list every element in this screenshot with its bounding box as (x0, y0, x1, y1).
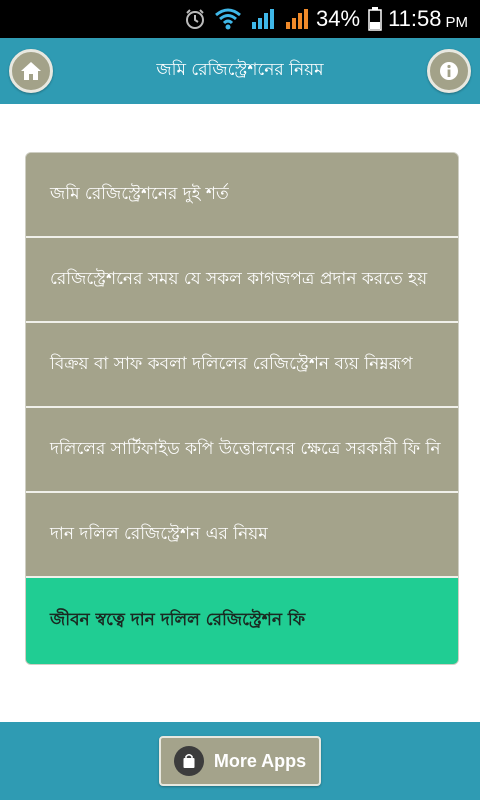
battery-percent: 34% (316, 6, 361, 31)
list-item[interactable]: দলিলের সার্টিফাইড কপি উত্তোলনের ক্ষেত্রে… (26, 408, 458, 493)
clock: 11:58 (388, 6, 442, 31)
page-title: জমি রেজিস্ট্রেশনের নিয়ম (156, 60, 324, 80)
battery-icon (368, 7, 382, 31)
bottom-bar: More Apps (0, 722, 480, 800)
alarm-icon (184, 8, 206, 30)
content-area: জমি রেজিস্ট্রেশনের দুই শর্ত রেজিস্ট্রেশন… (0, 104, 480, 722)
list-item[interactable]: জমি রেজিস্ট্রেশনের দুই শর্ত (26, 153, 458, 238)
list-item[interactable]: বিক্রয় বা সাফ কবলা দলিলের রেজিস্ট্রেশন … (26, 323, 458, 408)
app-bar: জমি রেজিস্ট্রেশনের নিয়ম (0, 38, 480, 104)
list-item-label: জীবন স্বত্বে দান দলিল রেজিস্ট্রেশন ফি (50, 610, 306, 630)
clock-ampm: PM (445, 13, 469, 31)
list-item-label: বিক্রয় বা সাফ কবলা দলিলের রেজিস্ট্রেশন … (50, 353, 413, 374)
list-item[interactable]: রেজিস্ট্রেশনের সময় যে সকল কাগজপত্র প্রদ… (26, 238, 458, 323)
list-item-label: রেজিস্ট্রেশনের সময় যে সকল কাগজপত্র প্রদ… (50, 268, 428, 289)
signal-icon (284, 8, 310, 30)
wifi-icon (214, 8, 242, 30)
list-item-selected[interactable]: জীবন স্বত্বে দান দলিল রেজিস্ট্রেশন ফি (26, 578, 458, 664)
topic-list: জমি রেজিস্ট্রেশনের দুই শর্ত রেজিস্ট্রেশন… (25, 152, 459, 665)
home-icon (20, 61, 42, 81)
more-apps-label: More Apps (213, 750, 307, 771)
status-bar: 34% 11:58 PM (0, 0, 480, 38)
info-icon (439, 61, 459, 81)
more-apps-button[interactable]: More Apps (159, 736, 321, 786)
list-item-label: দলিলের সার্টিফাইড কপি উত্তোলনের ক্ষেত্রে… (50, 438, 441, 459)
list-item-label: জমি রেজিস্ট্রেশনের দুই শর্ত (50, 183, 229, 204)
shopping-bag-icon (173, 746, 204, 776)
home-button[interactable] (9, 49, 53, 93)
signal-icon (250, 8, 276, 30)
list-item[interactable]: দান দলিল রেজিস্ট্রেশন এর নিয়ম (26, 493, 458, 578)
info-button[interactable] (427, 49, 471, 93)
list-item-label: দান দলিল রেজিস্ট্রেশন এর নিয়ম (50, 523, 268, 544)
